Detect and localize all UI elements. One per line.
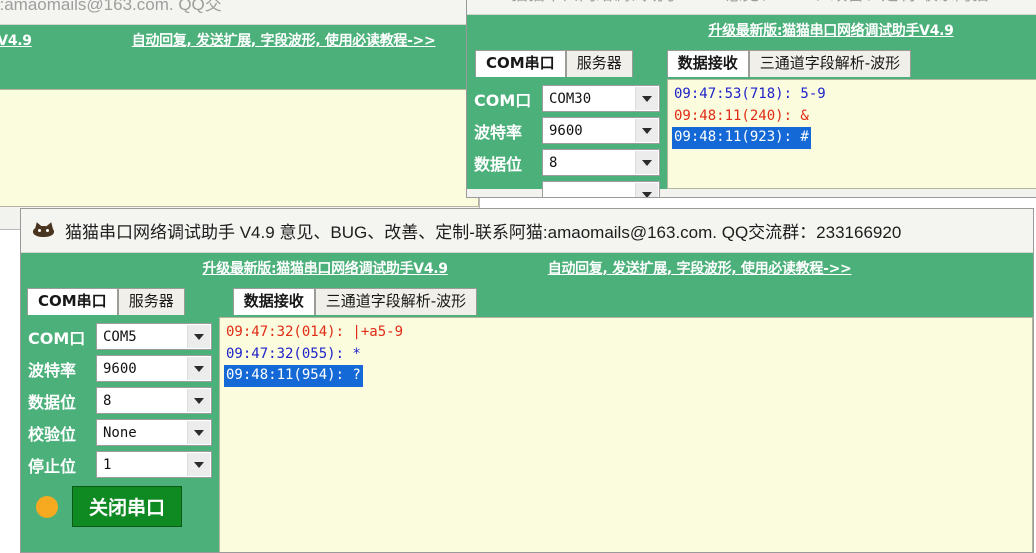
baudrate-value: 9600 [103,360,137,377]
stopbits-select[interactable]: 1 [96,451,212,478]
label-baudrate: 波特率 [474,122,523,142]
upgrade-link-middle[interactable]: 升级最新版:猫猫串口网络调试助手V4.9 [708,20,954,40]
tabrow-main: COM串口 服务器 数据接收 三通道字段解析-波形 [21,283,1033,315]
bodyarea-main: COM口 COM5 波特率 9600 数据位 8 校验位 None 停止位 1 … [21,317,1033,552]
titlebar-back[interactable]: BUG、改善、定制-联系阿猫:amaomails@163.com. QQ交 [0,0,479,25]
field-row-comport-middle: COM口 COM30 [474,85,660,112]
databits-select-middle[interactable]: 8 [542,149,660,176]
comport-select-middle[interactable]: COM30 [542,85,660,112]
label-databits: 数据位 [28,392,77,412]
upgrade-link-back[interactable]: 升级最新版:猫猫串口网络调试助手V4.9 [0,30,32,50]
chevron-down-icon[interactable] [635,87,658,110]
label-comport: COM口 [28,328,86,348]
window-middle[interactable]: 猫猫串口网络调试助手 V4.9 意见、BUG、改善、定制-联系阿猫: 升级最新版… [466,0,1036,198]
baudrate-value: 9600 [549,122,583,139]
log-line-selected: 09:48:11(954): ? [224,365,363,388]
tabrow-back: 三通道字段解析-波形 [0,55,479,87]
cat-icon [477,0,503,4]
tab-waveform-main[interactable]: 三通道字段解析-波形 [314,287,478,315]
log-line: 09:47:53(718): 5-9 [674,86,826,102]
log-area-main[interactable]: 09:47:32(014): |+a5-9 09:47:32(055): * 0… [219,317,1033,552]
field-row-partial-middle [474,181,660,197]
databits-select[interactable]: 8 [96,387,212,414]
label-paritybits: 校验位 [28,424,77,444]
chevron-down-icon[interactable] [187,357,210,380]
close-serial-port-button[interactable]: 关闭串口 [72,486,183,527]
banner-back: 升级最新版:猫猫串口网络调试助手V4.9 自动回复, 发送扩展, 字段波形, 使… [0,25,479,55]
databits-value: 8 [549,154,558,171]
settings-panel-middle: COM口 COM30 波特率 9600 数据位 8 [467,79,667,197]
paritybits-value: None [103,424,137,441]
cat-icon [31,220,57,242]
tab-com-main[interactable]: COM串口 [27,287,118,315]
label-databits: 数据位 [474,154,523,174]
tab-datarecv-main[interactable]: 数据接收 [232,287,315,315]
window-title-back: BUG、改善、定制-联系阿猫:amaomails@163.com. QQ交 [0,0,222,14]
paritybits-select[interactable]: None [96,419,212,446]
log-line-selected: 09:48:11(923): # [672,127,811,150]
tab-server-main[interactable]: 服务器 [117,287,185,315]
tutorial-link-main[interactable]: 自动回复, 发送扩展, 字段波形, 使用必读教程->> [548,258,852,278]
chevron-down-icon[interactable] [187,453,210,476]
comport-value: COM30 [549,90,592,107]
chevron-down-icon[interactable] [187,389,210,412]
tutorial-link-back[interactable]: 自动回复, 发送扩展, 字段波形, 使用必读教程->> [132,30,436,50]
tab-waveform-middle[interactable]: 三通道字段解析-波形 [748,49,912,77]
chevron-down-icon[interactable] [187,421,210,444]
upgrade-link-main[interactable]: 升级最新版:猫猫串口网络调试助手V4.9 [203,258,449,278]
field-row-baudrate: 波特率 9600 [28,355,212,382]
titlebar-middle[interactable]: 猫猫串口网络调试助手 V4.9 意见、BUG、改善、定制-联系阿猫: [467,0,1036,15]
window-title-middle: 猫猫串口网络调试助手 V4.9 意见、BUG、改善、定制-联系阿猫: [511,0,994,5]
field-row-databits-middle: 数据位 8 [474,149,660,176]
field-row-stopbits: 停止位 1 [28,451,212,478]
banner-middle: 升级最新版:猫猫串口网络调试助手V4.9 [467,15,1036,45]
log-area-back[interactable]: ): +a ): @ ): ! [0,89,479,207]
tab-com-middle[interactable]: COM串口 [475,49,566,77]
chevron-down-icon[interactable] [635,119,658,142]
chevron-down-icon[interactable] [635,183,658,197]
titlebar-main[interactable]: 猫猫串口网络调试助手 V4.9 意见、BUG、改善、定制-联系阿猫:amaoma… [21,209,1033,253]
log-line: 09:48:11(240): & [674,107,809,124]
connection-controls: 关闭串口 [28,486,212,527]
log-line: 09:47:32(055): * [226,345,361,362]
tab-server-middle[interactable]: 服务器 [565,49,633,77]
label-stopbits: 停止位 [28,456,77,476]
comport-select[interactable]: COM5 [96,323,212,350]
databits-value: 8 [103,392,112,409]
chevron-down-icon[interactable] [187,325,210,348]
comport-value: COM5 [103,328,137,345]
tab-datarecv-middle[interactable]: 数据接收 [666,49,749,77]
bodyarea-back: ): +a ): @ ): ! [0,89,479,207]
baudrate-select[interactable]: 9600 [96,355,212,382]
log-area-middle[interactable]: 09:47:53(718): 5-9 09:48:11(240): & 09:4… [667,79,1036,189]
window-title-main: 猫猫串口网络调试助手 V4.9 意见、BUG、改善、定制-联系阿猫:amaoma… [65,223,902,242]
bodyarea-middle: COM口 COM30 波特率 9600 数据位 8 09:47:53(718):… [467,79,1036,197]
label-comport: COM口 [474,90,532,110]
field-row-baud-middle: 波特率 9600 [474,117,660,144]
banner-main: 升级最新版:猫猫串口网络调试助手V4.9 自动回复, 发送扩展, 字段波形, 使… [21,253,1033,283]
label-baudrate: 波特率 [28,360,77,380]
window-back[interactable]: BUG、改善、定制-联系阿猫:amaomails@163.com. QQ交 升级… [0,0,480,230]
chevron-down-icon[interactable] [635,151,658,174]
field-row-paritybits: 校验位 None [28,419,212,446]
status-led-icon [36,495,58,518]
window-main[interactable]: 猫猫串口网络调试助手 V4.9 意见、BUG、改善、定制-联系阿猫:amaoma… [20,208,1034,553]
field-row-comport: COM口 COM5 [28,323,212,350]
settings-panel-main: COM口 COM5 波特率 9600 数据位 8 校验位 None 停止位 1 … [21,317,219,552]
paritybits-select-middle[interactable] [542,181,660,197]
baudrate-select-middle[interactable]: 9600 [542,117,660,144]
field-row-databits: 数据位 8 [28,387,212,414]
stopbits-value: 1 [103,456,112,473]
tabrow-middle: COM串口 服务器 数据接收 三通道字段解析-波形 [467,45,1036,77]
log-line: 09:47:32(014): |+a5-9 [226,324,404,340]
